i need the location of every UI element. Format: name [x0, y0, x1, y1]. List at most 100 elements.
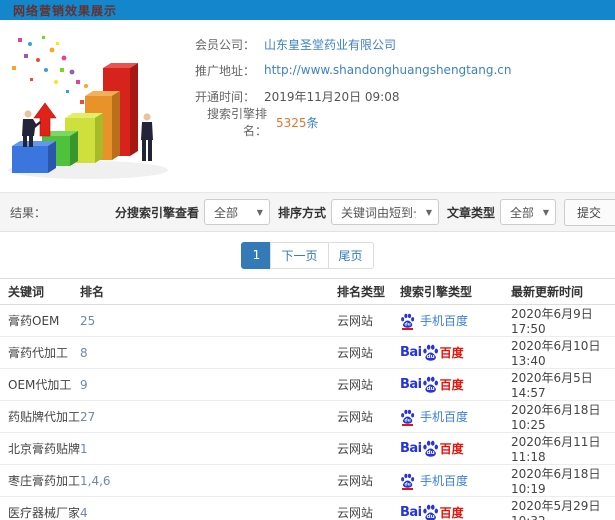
keyword-cell: 医疗器械厂家	[0, 496, 80, 520]
keyword-cell: 北京膏药贴牌	[0, 432, 80, 465]
caret-down-icon: ▼	[256, 207, 263, 217]
baidu-logo: Bai du 百度	[400, 344, 464, 361]
mobile-baidu-underline	[402, 424, 413, 426]
next-page-button[interactable]: 下一页	[270, 241, 329, 269]
promo-url-link[interactable]: http://www.shandonghuangshengtang.cn	[264, 63, 511, 77]
growth-bar-chart-illustration	[8, 36, 168, 179]
page-title: 网络营销效果展示	[13, 3, 118, 18]
table-row: 枣庄膏药加工 1,4,6 云网站 du 手机百度 2020年6月18日 10:1…	[0, 464, 615, 497]
rank-count: 5325	[276, 115, 307, 130]
svg-text:du: du	[426, 354, 434, 360]
updated-cell: 2020年5月29日 10:32	[511, 496, 615, 520]
rank-type-cell: 云网站	[337, 304, 400, 337]
baidu-paw-icon: du	[422, 440, 438, 457]
company-link[interactable]: 山东皇圣堂药业有限公司	[264, 36, 396, 53]
mobile-baidu-label: 手机百度	[420, 410, 469, 424]
header-updated: 最新更新时间	[511, 278, 615, 305]
rank-type-cell: 云网站	[337, 400, 400, 433]
caret-down-icon: ▼	[542, 207, 549, 217]
table-row: 北京膏药贴牌 1 云网站 Bai du 百度 2020年6月11日 11:18	[0, 432, 615, 465]
rank-link[interactable]: 27	[80, 410, 95, 424]
baidu-logo: Bai du 百度	[400, 440, 464, 457]
engine-filter-select[interactable]: 全部 ▼	[203, 199, 270, 225]
keyword-cell: 枣庄膏药加工	[0, 464, 80, 497]
updated-cell: 2020年6月18日 10:25	[511, 400, 615, 433]
caret-down-icon: ▼	[425, 207, 432, 217]
rank-unit: 条	[306, 115, 319, 130]
table-row: 膏药代加工 8 云网站 Bai du 百度 2020年6月10日 13:40	[0, 336, 615, 369]
mobile-baidu-logo: du 手机百度	[400, 312, 468, 330]
rank-type-cell: 云网站	[337, 496, 400, 520]
company-row: 会员公司： 山东皇圣堂药业有限公司	[185, 31, 615, 57]
engine-cell: du 手机百度	[400, 464, 511, 497]
sort-filter-select[interactable]: 关键词由短到长排序 ▼	[330, 199, 439, 225]
table-row: 医疗器械厂家 4 云网站 Bai du 百度 2020年5月29日 10:32	[0, 496, 615, 520]
table-row: 药贴牌代加工 27 云网站 du 手机百度 2020年6月18日 10:25	[0, 400, 615, 433]
engine-filter-label: 分搜索引擎查看	[114, 205, 199, 220]
businessman-right	[141, 113, 153, 161]
last-page-button[interactable]: 尾页	[327, 241, 374, 269]
baidu-logo-cn: 百度	[439, 506, 464, 520]
header-section: 会员公司： 山东皇圣堂药业有限公司 推广地址： http://www.shand…	[0, 20, 615, 192]
table-header-row: 关键词 排名 排名类型 搜索引擎类型 最新更新时间	[0, 278, 615, 305]
rank-link[interactable]: 1,4,6	[80, 474, 111, 488]
header-engine-type: 搜索引擎类型	[400, 278, 511, 305]
baidu-paw-icon: du	[401, 313, 415, 328]
baidu-paw-icon: du	[422, 376, 438, 393]
filter-controls: 分搜索引擎查看 全部 ▼ 排序方式 关键词由短到长排序 ▼ 文章类型 全部 ▼ …	[107, 198, 615, 226]
submit-button[interactable]: 提交	[563, 198, 615, 226]
mobile-baidu-underline	[402, 328, 413, 330]
rank-link[interactable]: 8	[80, 346, 88, 360]
engine-rank-row: 搜索引擎排名： 5325条	[185, 107, 615, 138]
baidu-logo-bai: Bai	[400, 505, 422, 520]
engine-cell: Bai du 百度	[400, 368, 511, 401]
baidu-paw-icon: du	[401, 473, 415, 488]
rank-type-cell: 云网站	[337, 368, 400, 401]
promo-url-label: 推广地址：	[194, 63, 255, 78]
svg-text:du: du	[405, 322, 411, 328]
pagination: 1 下一页 尾页	[241, 241, 374, 269]
promo-url-row: 推广地址： http://www.shandonghuangshengtang.…	[185, 57, 615, 83]
header-rank: 排名	[80, 278, 337, 305]
rank-link[interactable]: 4	[80, 506, 88, 520]
article-filter-label: 文章类型	[446, 205, 495, 220]
engine-cell: Bai du 百度	[400, 496, 511, 520]
result-label: 结果：	[10, 205, 47, 220]
engine-rank-label: 搜索引擎排名：	[206, 107, 267, 138]
updated-cell: 2020年6月9日 17:50	[511, 304, 615, 337]
updated-cell: 2020年6月11日 11:18	[511, 432, 615, 465]
baidu-logo-cn: 百度	[439, 378, 464, 392]
rank-link[interactable]: 25	[80, 314, 95, 328]
page-button-current[interactable]: 1	[241, 241, 272, 269]
baidu-logo-bai: Bai	[400, 345, 422, 360]
engine-cell: du 手机百度	[400, 304, 511, 337]
updated-cell: 2020年6月18日 10:19	[511, 464, 615, 497]
baidu-paw-icon: du	[401, 409, 415, 424]
article-filter-select[interactable]: 全部 ▼	[499, 199, 556, 225]
svg-text:du: du	[426, 450, 434, 456]
keyword-cell: OEM代加工	[0, 368, 80, 401]
results-table-body: 膏药OEM 25 云网站 du 手机百度 2020年6月9日 17:50 膏药代…	[0, 304, 615, 520]
mobile-baidu-logo: du 手机百度	[400, 408, 469, 426]
mobile-baidu-label: 手机百度	[420, 474, 469, 488]
baidu-logo: Bai du 百度	[400, 504, 464, 520]
baidu-paw-icon: du	[422, 344, 438, 361]
baidu-logo-bai: Bai	[400, 377, 422, 392]
company-label: 会员公司：	[194, 37, 255, 52]
rank-link[interactable]: 9	[80, 378, 88, 392]
engine-cell: du 手机百度	[400, 400, 511, 433]
header-rank-type: 排名类型	[337, 278, 400, 305]
open-time-label: 开通时间：	[194, 89, 255, 104]
svg-text:du: du	[405, 418, 411, 424]
baidu-logo-cn: 百度	[439, 442, 464, 456]
mobile-baidu-logo: du 手机百度	[400, 472, 469, 490]
header-keyword: 关键词	[0, 278, 80, 305]
rank-link[interactable]: 1	[80, 442, 88, 456]
sort-filter-value: 关键词由短到长排序	[340, 205, 416, 220]
member-info-panel: 会员公司： 山东皇圣堂药业有限公司 推广地址： http://www.shand…	[185, 20, 615, 192]
bar-blue	[12, 141, 56, 173]
rank-type-cell: 云网站	[337, 464, 400, 497]
keyword-cell: 膏药OEM	[0, 304, 80, 337]
rank-type-cell: 云网站	[337, 432, 400, 465]
updated-cell: 2020年6月10日 13:40	[511, 336, 615, 369]
